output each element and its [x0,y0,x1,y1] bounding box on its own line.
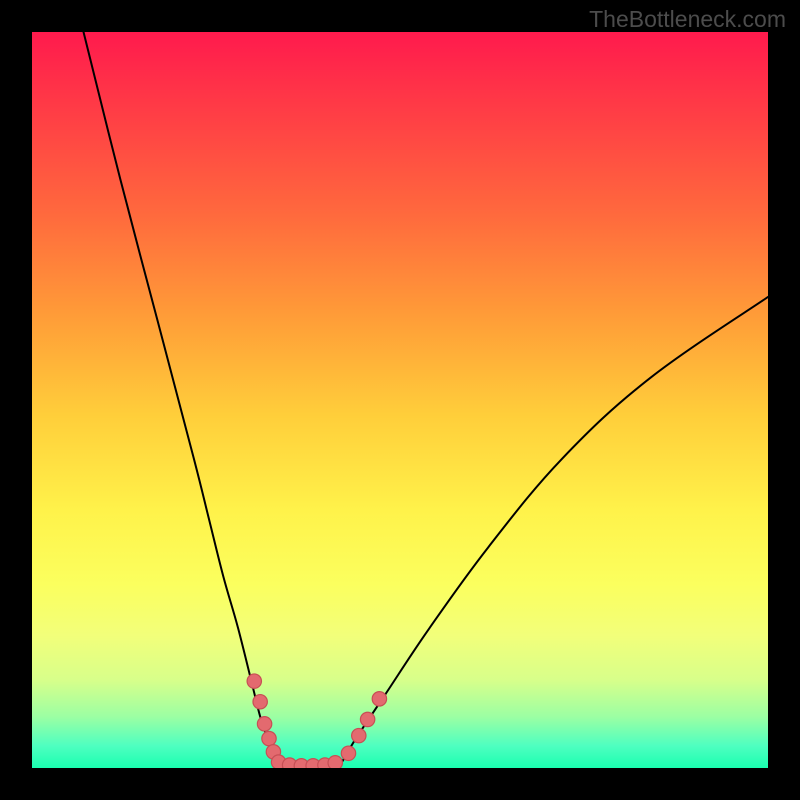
bottleneck-curve [84,32,768,768]
data-point [341,746,355,760]
data-point [328,756,342,768]
chart-frame: TheBottleneck.com [0,0,800,800]
data-point [360,712,374,726]
watermark-text: TheBottleneck.com [589,6,786,33]
dot-layer [247,674,387,768]
data-point [253,695,267,709]
data-point [262,731,276,745]
chart-svg [32,32,768,768]
data-point [247,674,261,688]
data-point [352,728,366,742]
data-point [257,717,271,731]
curve-layer [84,32,768,768]
plot-area [32,32,768,768]
data-point [372,692,386,706]
